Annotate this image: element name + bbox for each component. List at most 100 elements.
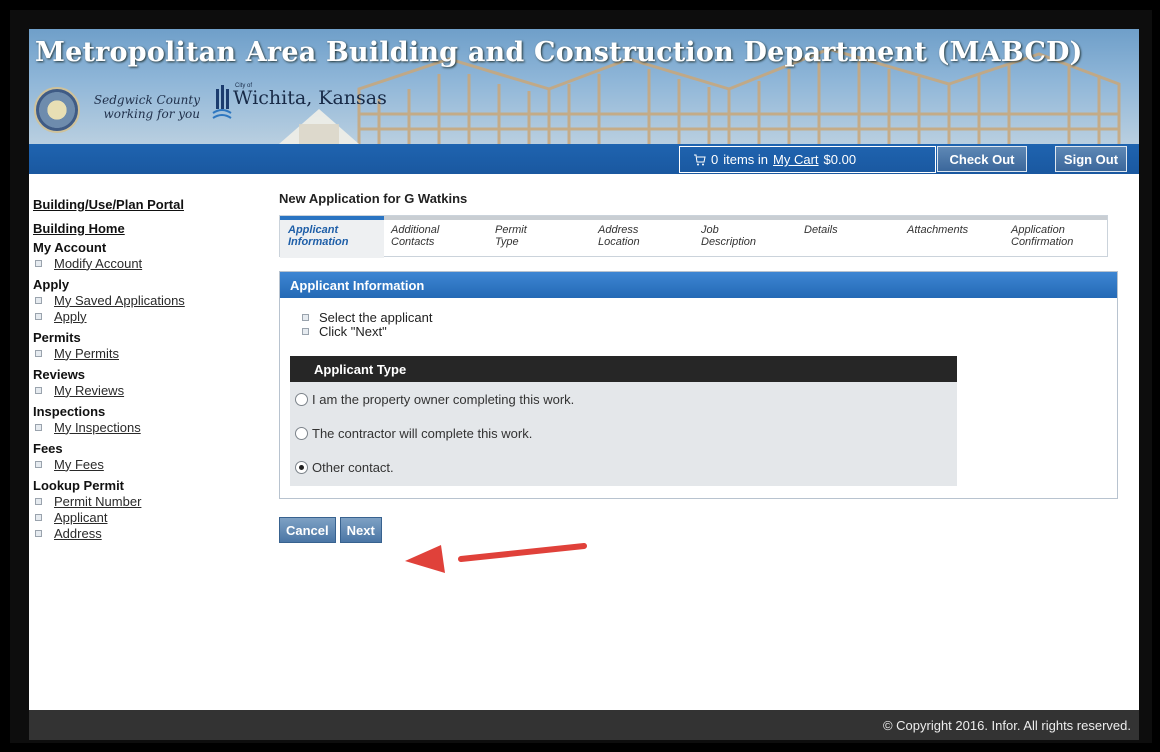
my-cart-link[interactable]: My Cart (773, 152, 819, 167)
form-actions: Cancel Next (279, 517, 382, 543)
cart-count: 0 (711, 152, 719, 167)
bullet-icon (35, 296, 42, 304)
cart-items-label: items in (723, 152, 769, 167)
page: Metropolitan Area Building and Construct… (29, 29, 1139, 740)
nav-item-my-permits[interactable]: My Permits (33, 345, 263, 361)
application-steps: Applicant Information Additional Contact… (279, 215, 1108, 258)
option-label: Other contact. (312, 459, 394, 475)
step-attachments[interactable]: Attachments (907, 224, 968, 236)
nav-item-label[interactable]: Applicant (54, 510, 107, 525)
step-progress-bar (280, 216, 1107, 220)
nav-item-modify-account[interactable]: Modify Account (33, 255, 263, 271)
bullet-icon (35, 386, 42, 394)
step-permit-type[interactable]: Permit Type (495, 224, 527, 248)
nav-section-fees: Fees My Fees (33, 441, 263, 472)
wichita-flag-icon (212, 85, 232, 119)
nav-item-label[interactable]: My Fees (54, 457, 104, 472)
instruction-item: Click "Next" (280, 323, 1117, 339)
nav-section-title: Lookup Permit (33, 478, 125, 493)
bullet-icon (35, 460, 42, 468)
page-title: New Application for G Watkins (279, 191, 468, 206)
nav-item-my-fees[interactable]: My Fees (33, 456, 263, 472)
nav-item-label[interactable]: My Saved Applications (54, 293, 185, 308)
nav-item-label[interactable]: Address (54, 526, 102, 541)
applicant-type-table: Applicant Type I am the property owner c… (290, 356, 957, 486)
nav-item-apply[interactable]: Apply (33, 308, 263, 324)
instruction-item: Select the applicant (280, 309, 1117, 325)
nav-item-my-inspections[interactable]: My Inspections (33, 419, 263, 435)
bullet-icon (35, 513, 42, 521)
nav-section-lookup-permit: Lookup Permit Permit Number Applicant Ad… (33, 478, 263, 541)
step-progress-fill (280, 216, 384, 220)
step-label-line1: Applicant (288, 224, 339, 236)
option-label: I am the property owner completing this … (312, 391, 575, 407)
cart-summary[interactable]: 0 items in My Cart $0.00 (679, 146, 936, 173)
partner-logos: Sedgwick County working for you City of … (34, 79, 387, 141)
nav-item-label[interactable]: My Reviews (54, 383, 124, 398)
nav-section-my-account: My Account Modify Account (33, 240, 263, 271)
applicant-information-panel: Applicant Information Select the applica… (279, 271, 1118, 499)
bullet-icon (302, 313, 309, 321)
step-label-line2: Type (495, 236, 519, 248)
nav-item-my-saved-applications[interactable]: My Saved Applications (33, 292, 263, 308)
nav-item-applicant[interactable]: Applicant (33, 509, 263, 525)
portal-link[interactable]: Building/Use/Plan Portal (33, 197, 263, 212)
step-address-location[interactable]: Address Location (598, 224, 640, 248)
radio-button[interactable] (295, 392, 308, 406)
site-title: Metropolitan Area Building and Construct… (35, 37, 1083, 68)
wichita-name: Wichita, Kansas (233, 87, 387, 109)
nav-item-label[interactable]: My Inspections (54, 420, 141, 435)
sedgwick-tagline: Sedgwick County working for you (85, 93, 200, 121)
sign-out-button[interactable]: Sign Out (1055, 146, 1127, 172)
step-label-line1: Permit (495, 224, 527, 236)
option-contractor[interactable]: The contractor will complete this work. (290, 416, 957, 450)
radio-button[interactable] (295, 426, 308, 440)
step-application-confirmation[interactable]: Application Confirmation (1011, 224, 1073, 248)
instruction-text: Select the applicant (319, 309, 433, 325)
nav-item-label[interactable]: Permit Number (54, 494, 141, 509)
step-label-line2: Contacts (391, 236, 435, 248)
step-job-description[interactable]: Job Description (701, 224, 756, 248)
nav-item-my-reviews[interactable]: My Reviews (33, 382, 263, 398)
instruction-text: Click "Next" (319, 323, 387, 339)
step-label-line1: Job (701, 224, 719, 236)
step-label-line1: Application (1011, 224, 1065, 236)
nav-item-label[interactable]: Modify Account (54, 256, 142, 271)
sedgwick-line2: working for you (103, 107, 200, 121)
step-details[interactable]: Details (804, 224, 838, 236)
nav-item-address[interactable]: Address (33, 525, 263, 541)
bullet-icon (35, 529, 42, 537)
bullet-icon (35, 423, 42, 431)
step-label-line1: Attachments (907, 224, 969, 236)
nav-item-label[interactable]: My Permits (54, 346, 119, 361)
bullet-icon (35, 349, 42, 357)
bullet-icon (35, 259, 42, 267)
next-button[interactable]: Next (339, 517, 382, 543)
left-navigation: Building/Use/Plan Portal Building Home M… (33, 197, 263, 547)
bullet-icon (35, 312, 42, 320)
nav-item-permit-number[interactable]: Permit Number (33, 493, 263, 509)
nav-section-permits: Permits My Permits (33, 330, 263, 361)
nav-section-title: Inspections (33, 404, 106, 419)
check-out-button[interactable]: Check Out (937, 146, 1027, 172)
cart-total: $0.00 (823, 152, 857, 167)
step-label-line1: Additional (391, 224, 440, 236)
step-additional-contacts[interactable]: Additional Contacts (391, 224, 439, 248)
bullet-icon (302, 327, 309, 335)
building-home-link[interactable]: Building Home (33, 221, 263, 236)
footer: © Copyright 2016. Infor. All rights rese… (29, 710, 1139, 740)
step-label-line1: Details (804, 224, 838, 236)
sedgwick-line1: Sedgwick County (93, 93, 200, 107)
option-other-contact[interactable]: Other contact. (290, 450, 957, 484)
nav-item-label[interactable]: Apply (54, 309, 87, 324)
option-label: The contractor will complete this work. (312, 425, 533, 441)
nav-section-title: Apply (33, 277, 70, 292)
radio-button-selected[interactable] (295, 460, 308, 474)
option-property-owner[interactable]: I am the property owner completing this … (290, 382, 957, 416)
step-label-line2: Information (288, 236, 349, 248)
top-toolbar: 0 items in My Cart $0.00 Check Out Sign … (29, 144, 1139, 174)
nav-section-title: My Account (33, 240, 107, 255)
step-applicant-information[interactable]: Applicant Information (288, 224, 349, 248)
sedgwick-seal-icon (34, 87, 80, 133)
cancel-button[interactable]: Cancel (279, 517, 336, 543)
